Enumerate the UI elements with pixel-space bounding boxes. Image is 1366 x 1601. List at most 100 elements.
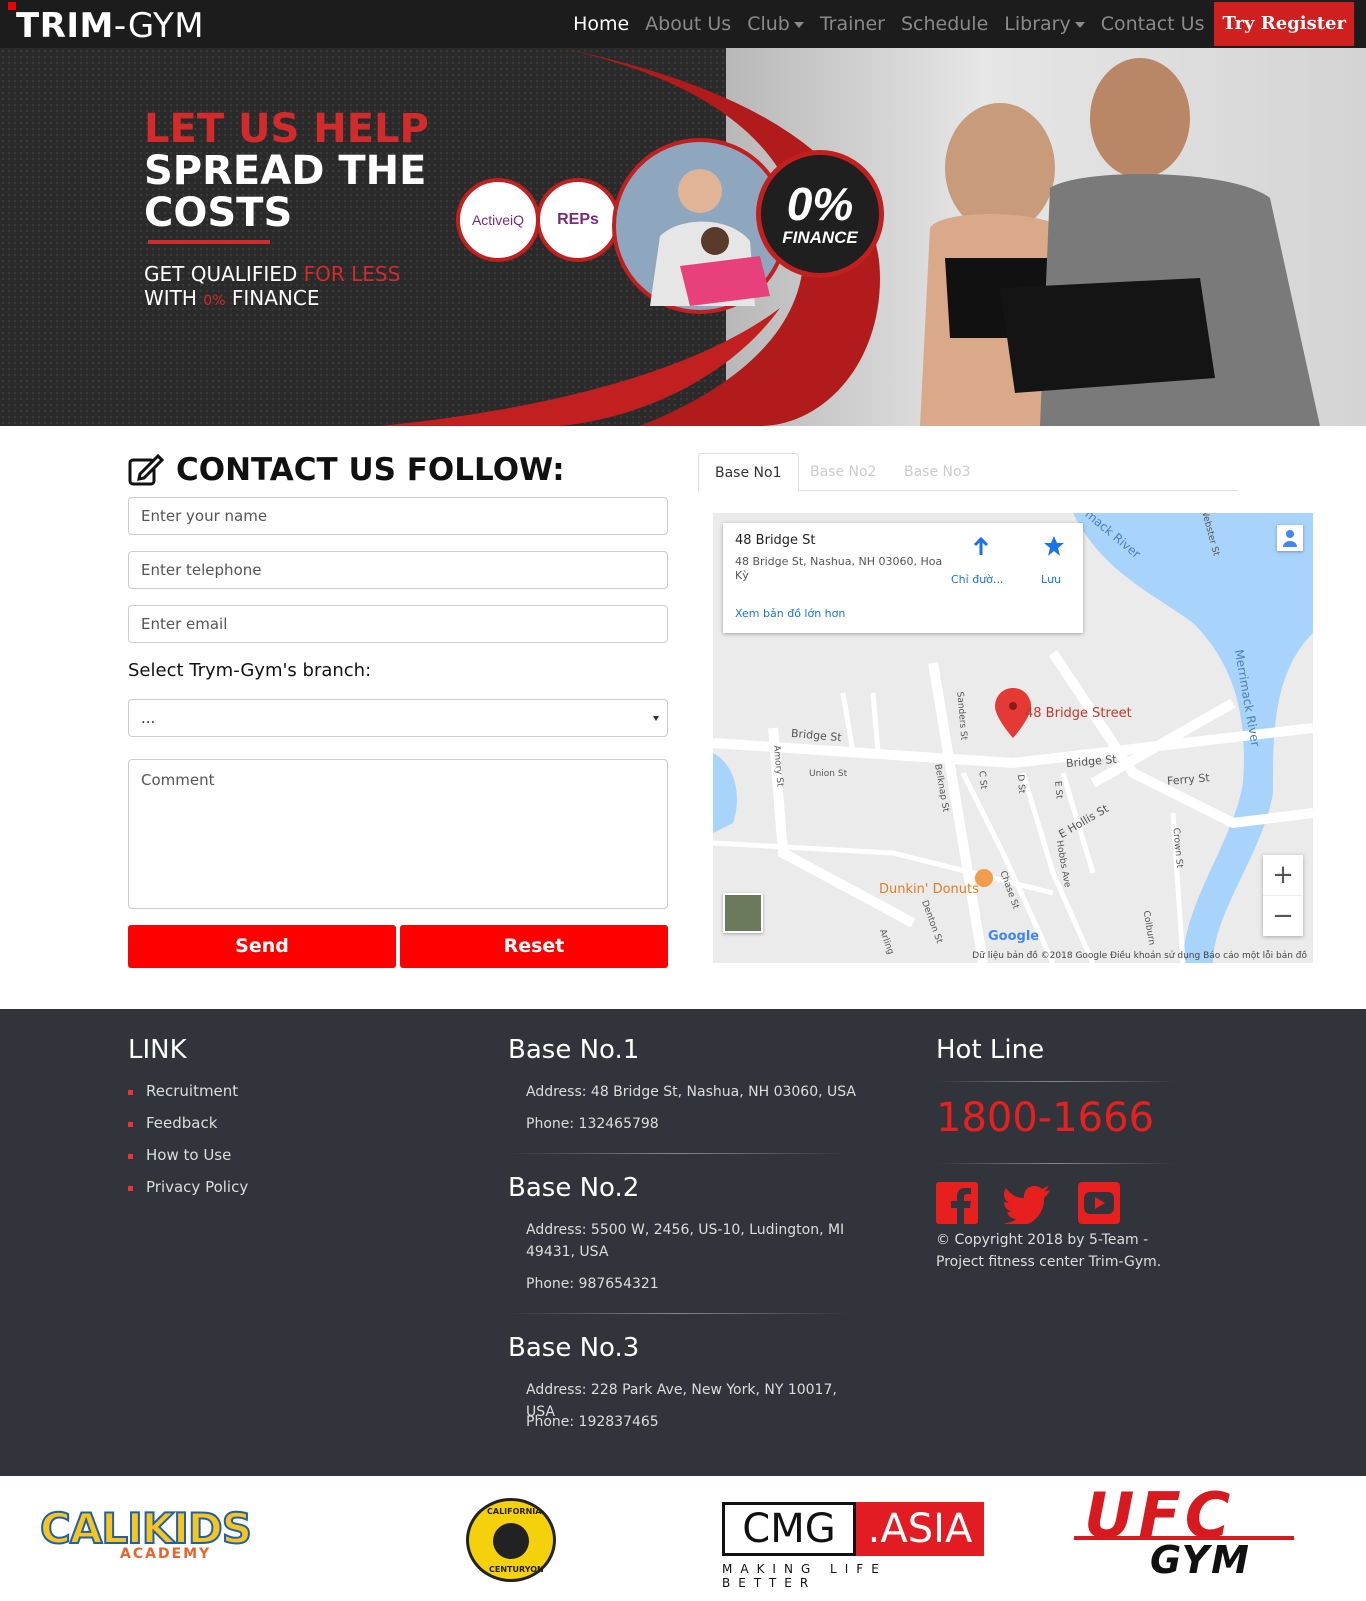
hero-divider [148,240,270,244]
california-logo-text: CALIFORNIA [487,1507,542,1516]
directions-button[interactable]: Chỉ đườ... [951,573,1003,586]
base-3-phone: Phone: 192837465 [526,1414,659,1430]
finance-label: FINANCE [782,228,858,247]
nav-menu: Home About Us Club Trainer Schedule Libr… [557,0,1354,48]
base-1-address: Address: 48 Bridge St, Nashua, NH 03060,… [526,1084,856,1100]
branch-select[interactable]: ... [128,699,668,737]
footer-link-how-to-use[interactable]: How to Use [127,1146,231,1164]
tab-base-1[interactable]: Base No1 [698,453,799,491]
finance-badge: 0% FINANCE [756,150,884,278]
nav-item-about[interactable]: About Us [645,13,731,35]
larger-map-link[interactable]: Xem bản đồ lớn hơn [735,607,845,620]
ufc-gym-logo[interactable]: UFC GYM [1074,1484,1314,1594]
nav-item-library-label: Library [1004,13,1071,35]
hotline-number[interactable]: 1800-1666 [936,1095,1154,1141]
chevron-down-icon [653,716,659,721]
zoom-controls: + − [1263,855,1303,936]
place-title: 48 Bridge St [735,533,816,548]
google-logo: Google [988,929,1040,944]
hotline-title: Hot Line [936,1035,1045,1065]
divider [508,1153,848,1154]
facebook-icon[interactable] [936,1182,978,1224]
nav-item-schedule[interactable]: Schedule [901,13,988,35]
try-register-button[interactable]: Try Register [1214,2,1354,46]
contact-title-text: CONTACT US FOLLOW: [176,452,565,488]
edit-icon [128,454,164,486]
base-1-phone: Phone: 132465798 [526,1116,659,1132]
google-map[interactable]: 48 Bridge Street Dunkin' Donuts Merrimac… [713,513,1313,963]
calikids-logo-subtext: ACADEMY [120,1546,212,1562]
footer-link-feedback[interactable]: Feedback [127,1114,217,1132]
satellite-toggle[interactable] [723,893,763,933]
copyright-text: © Copyright 2018 by 5-Team - Project fit… [936,1232,1162,1270]
tab-base-2[interactable]: Base No2 [794,453,893,491]
marker-label: 48 Bridge Street [1025,706,1132,721]
directions-icon[interactable] [971,537,991,557]
asia-logo-text: .ASIA [856,1502,984,1556]
zoom-in-button[interactable]: + [1263,855,1303,895]
footer-link-privacy[interactable]: Privacy Policy [127,1178,248,1196]
cmg-asia-logo[interactable]: CMG .ASIA MAKING LIFE BETTER [722,1502,986,1590]
place-info-card: 48 Bridge St 48 Bridge St, Nashua, NH 03… [723,523,1083,633]
nav-item-library[interactable]: Library [1004,13,1085,35]
place-address: 48 Bridge St, Nashua, NH 03060, Hoa Kỳ [735,555,943,582]
footer: LINK Recruitment Feedback How to Use Pri… [0,1009,1366,1476]
hero-sub-text: GET QUALIFIED [144,262,304,286]
california-centuryon-logo[interactable]: CALIFORNIA CENTURYON [466,1498,556,1582]
branch-label: Select Trym-Gym's branch: [128,660,372,681]
partner-logos: CALIKIDS ACADEMY CALIFORNIA CENTURYON CM… [0,1476,1366,1601]
youtube-icon[interactable] [1078,1182,1120,1224]
gym-logo-text: GYM [1150,1538,1251,1582]
hero-sub-text: FINANCE [225,286,320,310]
activeiq-logo-text: ActiveiQ [471,212,525,228]
base-2-phone: Phone: 987654321 [526,1276,659,1292]
comment-textarea[interactable]: Comment [128,759,668,909]
zoom-out-button[interactable]: − [1263,895,1303,935]
reset-button[interactable]: Reset [400,925,668,968]
tab-base-3[interactable]: Base No3 [888,453,987,491]
reps-logo-text: REPs [557,211,599,228]
name-input[interactable]: Enter your name [128,497,668,535]
nav-item-home[interactable]: Home [573,13,629,35]
twitter-icon[interactable] [1004,1182,1052,1224]
top-navbar: TRIM-GYM Home About Us Club Trainer Sche… [0,0,1366,48]
divider [936,1163,1176,1164]
base-2-title: Base No.2 [508,1173,640,1203]
nav-item-club-label: Club [747,13,790,35]
footer-link-recruitment[interactable]: Recruitment [127,1082,238,1100]
finance-percent: 0% [786,178,854,230]
logo-bold-text: TRIM [16,6,114,46]
hero-sub-highlight: FOR LESS [303,262,401,286]
centuryon-logo-text: CENTURYON [489,1565,544,1574]
base-2-address: Address: 5500 W, 2456, US-10, Ludington,… [526,1222,845,1260]
send-button[interactable]: Send [128,925,396,968]
cmg-logo-subtext: MAKING LIFE BETTER [722,1562,887,1590]
nav-item-trainer[interactable]: Trainer [820,13,885,35]
street-view-pegman-icon[interactable] [1277,525,1303,551]
chevron-down-icon [793,21,804,28]
email-input[interactable]: Enter email [128,605,668,643]
training-photo [650,169,770,306]
base-1-title: Base No.1 [508,1035,640,1065]
telephone-input[interactable]: Enter telephone [128,551,668,589]
nav-item-contact[interactable]: Contact Us [1101,13,1205,35]
street-label: Union St [809,769,848,779]
star-icon[interactable] [1043,535,1065,557]
calikids-logo[interactable]: CALIKIDS ACADEMY [39,1503,300,1564]
site-logo[interactable]: TRIM-GYM [16,6,204,46]
divider [936,1081,1176,1082]
divider [508,1313,848,1314]
street-label: C St [976,770,988,790]
map-attribution: Dữ liệu bản đồ ©2018 Google Điều khoản s… [972,951,1307,961]
reps-badge: REPs [536,178,620,262]
base-3-title: Base No.3 [508,1333,640,1363]
hero-line-1: LET US HELP [144,106,429,152]
hero-sub-text: WITH [144,286,204,310]
hero-sub-highlight: 0% [203,293,226,309]
footer-link-title: LINK [128,1035,187,1065]
save-button[interactable]: Lưu [1041,573,1061,586]
chevron-down-icon [1074,21,1085,28]
hero-subtitle: GET QUALIFIED FOR LESS WITH 0% FINANCE [144,262,400,313]
seal-emblem [493,1523,529,1559]
nav-item-club[interactable]: Club [747,13,804,35]
